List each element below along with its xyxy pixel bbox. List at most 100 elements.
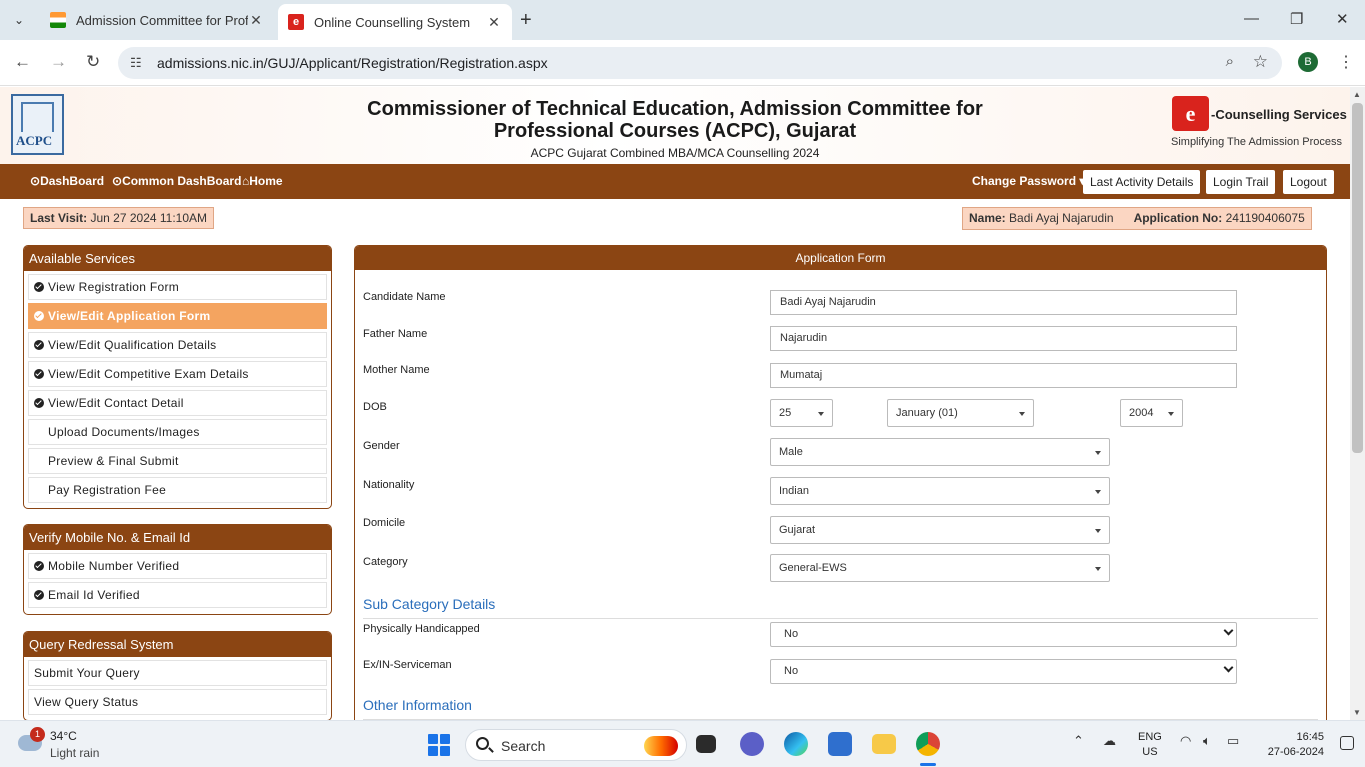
e-counselling-favicon-icon: e xyxy=(288,14,304,30)
father-name-input[interactable]: Najarudin xyxy=(770,326,1237,351)
login-trail-button[interactable]: Login Trail xyxy=(1206,170,1276,194)
submit-query-link[interactable]: Submit Your Query xyxy=(28,660,327,686)
view-query-status-link[interactable]: View Query Status xyxy=(28,689,327,715)
tray-overflow-chevron-icon[interactable]: ⌃ xyxy=(1073,733,1084,749)
tab-search-chevron-icon[interactable]: ⌄ xyxy=(6,7,32,33)
nationality-select[interactable]: Indian xyxy=(770,477,1110,505)
category-select[interactable]: General-EWS xyxy=(770,554,1110,582)
gender-label: Gender xyxy=(363,440,400,452)
system-clock[interactable]: 16:45 27-06-2024 xyxy=(1258,730,1324,760)
site-info-icon[interactable]: ☷ xyxy=(130,55,142,71)
service-qualification-details[interactable]: View/Edit Qualification Details xyxy=(28,332,327,358)
zoom-magnifier-icon[interactable]: ⌕ xyxy=(1226,53,1234,70)
nav-home[interactable]: ⌂Home xyxy=(242,174,283,188)
e-counselling-logo: e xyxy=(1172,96,1209,131)
dob-month-select[interactable]: January (01) xyxy=(887,399,1034,427)
gender-select[interactable]: Male xyxy=(770,438,1110,466)
service-view-edit-application-form[interactable]: View/Edit Application Form xyxy=(28,303,327,329)
lang-code: ENG xyxy=(1138,731,1162,743)
service-competitive-exam-details[interactable]: View/Edit Competitive Exam Details xyxy=(28,361,327,387)
change-password-dropdown[interactable]: Change Password ▾ xyxy=(972,174,1085,188)
close-tab-icon[interactable]: ✕ xyxy=(486,14,502,31)
service-label: View Registration Form xyxy=(48,280,180,294)
caret-down-icon xyxy=(1095,451,1101,455)
physically-handicapped-select[interactable]: No xyxy=(770,622,1237,647)
serviceman-select[interactable]: No xyxy=(770,659,1237,684)
tab-title: Admission Committee for Profe xyxy=(76,12,248,28)
restore-icon[interactable]: ❐ xyxy=(1290,10,1303,28)
mobile-verified-item[interactable]: Mobile Number Verified xyxy=(28,553,327,579)
email-verified-item[interactable]: Email Id Verified xyxy=(28,582,327,608)
tab-online-counselling[interactable]: e Online Counselling System ✕ xyxy=(278,4,512,40)
mother-name-label: Mother Name xyxy=(363,364,430,376)
check-circle-icon xyxy=(34,311,44,321)
bookmark-star-icon[interactable]: ☆ xyxy=(1253,52,1268,72)
chrome-browser-icon[interactable] xyxy=(916,732,940,756)
close-window-icon[interactable]: ✕ xyxy=(1336,10,1349,28)
domicile-select[interactable]: Gujarat xyxy=(770,516,1110,544)
scroll-up-icon[interactable]: ▲ xyxy=(1353,90,1361,99)
back-arrow-icon[interactable]: ← xyxy=(14,52,31,72)
verify-panel: Verify Mobile No. & Email Id Mobile Numb… xyxy=(23,524,332,615)
file-explorer-icon[interactable] xyxy=(872,734,896,754)
url-text[interactable]: admissions.nic.in/GUJ/Applicant/Registra… xyxy=(157,55,548,71)
wifi-icon[interactable]: ◠ xyxy=(1180,733,1191,749)
sub-category-heading: Sub Category Details xyxy=(363,596,496,612)
microsoft-store-icon[interactable] xyxy=(828,732,852,756)
dob-year-select[interactable]: 2004 xyxy=(1120,399,1183,427)
service-preview-final-submit[interactable]: Preview & Final Submit xyxy=(28,448,327,474)
service-upload-documents[interactable]: Upload Documents/Images xyxy=(28,419,327,445)
windows-start-icon[interactable] xyxy=(428,734,450,756)
dob-day-select[interactable]: 25 xyxy=(770,399,833,427)
volume-icon[interactable]: 🔈︎ xyxy=(1203,733,1211,749)
site-title-line1: Commissioner of Technical Education, Adm… xyxy=(367,98,983,120)
tab-admission-committee[interactable]: Admission Committee for Profe ✕ xyxy=(40,0,274,40)
teams-chat-icon[interactable] xyxy=(740,732,764,756)
minimize-icon[interactable]: — xyxy=(1244,10,1259,27)
profile-avatar[interactable]: B xyxy=(1298,52,1318,72)
name-value: Badi Ayaj Najarudin xyxy=(1009,211,1114,225)
weather-temperature[interactable]: 34°C xyxy=(50,729,77,743)
reload-icon[interactable]: ↻ xyxy=(86,52,100,72)
service-label: View/Edit Competitive Exam Details xyxy=(48,367,249,381)
check-circle-icon xyxy=(34,340,44,350)
check-circle-icon xyxy=(34,590,44,600)
browser-menu-icon[interactable]: ⋮ xyxy=(1338,52,1354,72)
mother-name-input[interactable]: Mumataj xyxy=(770,363,1237,388)
nationality-label: Nationality xyxy=(363,479,415,491)
input-language-indicator[interactable]: ENG US xyxy=(1138,730,1162,760)
caret-down-icon xyxy=(1095,490,1101,494)
nav-dashboard[interactable]: ⊙DashBoard xyxy=(30,174,104,188)
last-activity-button[interactable]: Last Activity Details xyxy=(1083,170,1201,194)
notification-bell-icon[interactable] xyxy=(1340,736,1354,750)
taskbar-search[interactable]: Search xyxy=(465,729,687,761)
scrollbar-thumb[interactable] xyxy=(1352,103,1363,453)
weather-description[interactable]: Light rain xyxy=(50,746,99,760)
service-contact-detail[interactable]: View/Edit Contact Detail xyxy=(28,390,327,416)
forward-arrow-icon[interactable]: → xyxy=(50,52,67,72)
active-app-indicator xyxy=(920,763,936,766)
logout-button[interactable]: Logout xyxy=(1283,170,1334,194)
check-circle-icon xyxy=(34,282,44,292)
check-circle-icon xyxy=(34,398,44,408)
page-scrollbar[interactable]: ▲ ▼ xyxy=(1350,87,1365,720)
scroll-down-icon[interactable]: ▼ xyxy=(1353,708,1361,717)
task-view-icon[interactable] xyxy=(696,735,716,753)
nav-common-dashboard[interactable]: ⊙Common DashBoard xyxy=(112,174,241,188)
section-divider xyxy=(363,618,1318,619)
edge-browser-icon[interactable] xyxy=(784,732,808,756)
candidate-name-input[interactable]: Badi Ayaj Najarudin xyxy=(770,290,1237,315)
father-name-label: Father Name xyxy=(363,328,428,340)
query-panel: Query Redressal System Submit Your Query… xyxy=(23,631,332,720)
new-tab-plus-icon[interactable]: + xyxy=(520,9,532,32)
service-view-registration-form[interactable]: View Registration Form xyxy=(28,274,327,300)
serviceman-value: No xyxy=(784,665,799,677)
brand-name: -Counselling Services xyxy=(1211,107,1347,122)
name-label: Name: xyxy=(969,211,1006,225)
address-bar[interactable]: ☷ admissions.nic.in/GUJ/Applicant/Regist… xyxy=(118,47,1282,79)
service-pay-registration-fee[interactable]: Pay Registration Fee xyxy=(28,477,327,503)
close-tab-icon[interactable]: ✕ xyxy=(248,12,264,29)
onedrive-cloud-icon[interactable]: ☁ xyxy=(1103,733,1116,749)
caret-down-icon xyxy=(1168,412,1174,416)
battery-icon[interactable]: ▭ xyxy=(1227,733,1239,749)
